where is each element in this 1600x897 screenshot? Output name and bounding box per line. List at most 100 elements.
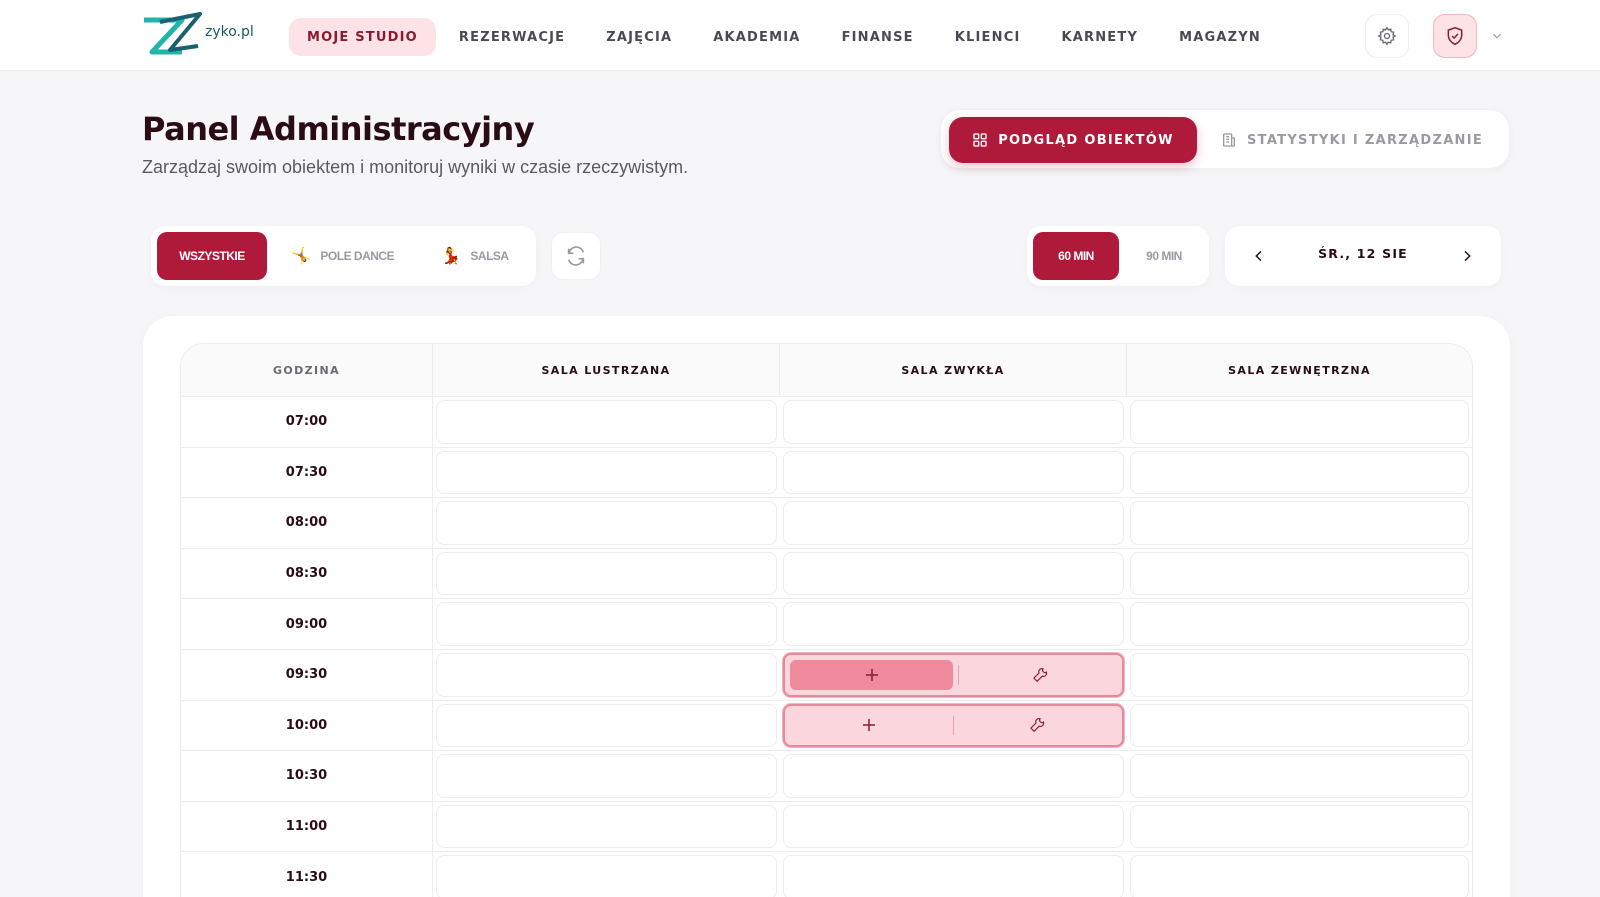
empty-slot[interactable] xyxy=(783,400,1124,444)
room-slot xyxy=(780,498,1127,548)
empty-slot[interactable] xyxy=(783,551,1124,596)
empty-slot[interactable] xyxy=(1130,703,1469,748)
account-menu-toggle[interactable] xyxy=(1485,24,1509,48)
category-filter-bar: WSZYSTKIE 🤸 POLE DANCE 💃 SALSA xyxy=(151,226,536,286)
page-subtitle: Zarządzaj swoim obiektem i monitoruj wyn… xyxy=(142,157,689,177)
room-slot xyxy=(780,751,1127,801)
empty-slot[interactable] xyxy=(1130,652,1469,697)
empty-slot[interactable] xyxy=(436,703,777,748)
date-navigator: ŚR., 12 SIE xyxy=(1225,226,1501,286)
maintenance-button[interactable] xyxy=(954,706,1122,746)
room-slot xyxy=(433,549,780,599)
filter-all-button[interactable]: WSZYSTKIE xyxy=(157,232,267,280)
refresh-button[interactable] xyxy=(551,232,601,280)
room-slot xyxy=(780,599,1127,649)
plus-icon xyxy=(865,668,878,681)
add-booking-button[interactable] xyxy=(790,659,953,690)
maintenance-button[interactable] xyxy=(959,655,1122,695)
room-slot xyxy=(780,549,1127,599)
selected-slot[interactable] xyxy=(783,703,1124,748)
empty-slot[interactable] xyxy=(436,400,777,444)
salsa-icon: 💃 xyxy=(441,248,461,265)
nav-item-karnety[interactable]: KARNETY xyxy=(1043,18,1156,56)
filter-pole-dance-button[interactable]: 🤸 POLE DANCE xyxy=(291,232,395,280)
empty-slot[interactable] xyxy=(436,754,777,798)
room-slot xyxy=(433,448,780,498)
admin-shield-button[interactable] xyxy=(1433,14,1477,58)
duration-90-button[interactable]: 90 MIN xyxy=(1121,232,1207,280)
room-slot xyxy=(780,802,1127,852)
time-slot-label: 11:00 xyxy=(181,801,433,852)
wrench-icon xyxy=(1032,667,1047,682)
page-title: Panel Administracyjny xyxy=(142,110,535,148)
empty-slot[interactable] xyxy=(436,551,777,596)
empty-slot[interactable] xyxy=(1130,551,1469,596)
room-slot xyxy=(433,498,780,548)
nav-item-finanse[interactable]: FINANSE xyxy=(824,18,932,56)
empty-slot[interactable] xyxy=(783,450,1124,495)
filter-salsa-button[interactable]: 💃 SALSA xyxy=(441,232,509,280)
nav-item-zajecia[interactable]: ZAJĘCIA xyxy=(588,18,690,56)
empty-slot[interactable] xyxy=(783,855,1124,897)
time-row: 09:00 xyxy=(181,599,1472,650)
nav-item-klienci[interactable]: KLIENCI xyxy=(937,18,1039,56)
empty-slot[interactable] xyxy=(1130,855,1469,897)
empty-slot[interactable] xyxy=(783,602,1124,646)
empty-slot[interactable] xyxy=(1130,754,1469,798)
empty-slot[interactable] xyxy=(436,652,777,697)
room-slot xyxy=(1127,498,1472,548)
empty-slot[interactable] xyxy=(436,450,777,495)
empty-slot[interactable] xyxy=(1130,602,1469,646)
add-booking-button[interactable] xyxy=(785,706,953,746)
empty-slot[interactable] xyxy=(1130,501,1469,545)
next-day-button[interactable] xyxy=(1455,244,1479,268)
empty-slot[interactable] xyxy=(783,501,1124,545)
empty-slot[interactable] xyxy=(1130,804,1469,849)
room-slot xyxy=(780,650,1127,700)
empty-slot[interactable] xyxy=(436,804,777,849)
chevron-down-icon xyxy=(1493,33,1501,39)
empty-slot[interactable] xyxy=(1130,400,1469,444)
nav-item-akademia[interactable]: AKADEMIA xyxy=(695,18,818,56)
filter-salsa-label: SALSA xyxy=(470,249,509,263)
room-column-header: SALA ZWYKŁA xyxy=(780,344,1127,396)
object-preview-tab[interactable]: PODGLĄD OBIEKTÓW xyxy=(949,117,1197,163)
room-slot xyxy=(433,852,780,897)
gear-icon xyxy=(1377,26,1397,46)
stats-management-tab[interactable]: STATYSTYKI I ZARZĄDZANIE xyxy=(1221,117,1501,163)
room-slot xyxy=(1127,599,1472,649)
time-row: 11:30 xyxy=(181,852,1472,897)
empty-slot[interactable] xyxy=(783,754,1124,798)
object-preview-label: PODGLĄD OBIEKTÓW xyxy=(998,132,1174,148)
selected-slot[interactable] xyxy=(783,652,1124,697)
empty-slot[interactable] xyxy=(436,602,777,646)
empty-slot[interactable] xyxy=(436,501,777,545)
settings-button[interactable] xyxy=(1365,14,1409,58)
chevron-right-icon xyxy=(1464,250,1471,262)
previous-day-button[interactable] xyxy=(1247,244,1271,268)
time-slot-label: 10:00 xyxy=(181,700,433,751)
room-slot xyxy=(1127,397,1472,447)
room-slot xyxy=(433,701,780,751)
refresh-icon xyxy=(567,246,585,266)
current-date: ŚR., 12 SIE xyxy=(1318,246,1408,261)
chevron-left-icon xyxy=(1255,250,1262,262)
room-slot xyxy=(780,397,1127,447)
plus-icon xyxy=(863,719,875,732)
empty-slot[interactable] xyxy=(1130,450,1469,495)
time-slot-label: 09:00 xyxy=(181,599,433,649)
nav-item-rezerwacje[interactable]: REZERWACJE xyxy=(441,18,583,56)
room-slot xyxy=(1127,448,1472,498)
room-slot xyxy=(433,599,780,649)
time-column-header: GODZINA xyxy=(181,344,433,396)
building-icon xyxy=(1223,133,1235,147)
nav-item-moje-studio[interactable]: MOJE STUDIO xyxy=(289,18,436,56)
room-slot xyxy=(780,852,1127,897)
nav-item-magazyn[interactable]: MAGAZYN xyxy=(1161,18,1279,56)
empty-slot[interactable] xyxy=(783,804,1124,849)
time-row: 09:30 xyxy=(181,649,1472,701)
time-slot-label: 10:30 xyxy=(181,751,433,801)
empty-slot[interactable] xyxy=(436,855,777,897)
schedule-header: GODZINA SALA LUSTRZANA SALA ZWYKŁA SALA … xyxy=(181,344,1472,397)
duration-60-button[interactable]: 60 MIN xyxy=(1033,232,1119,280)
